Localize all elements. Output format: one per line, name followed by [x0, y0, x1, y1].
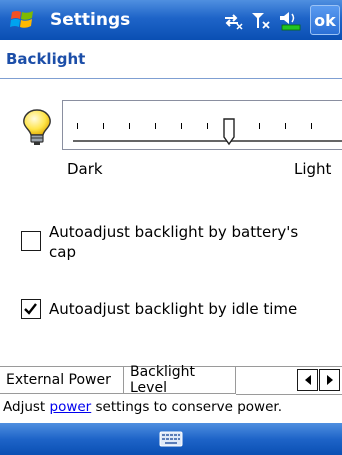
signal-off-icon[interactable] [250, 10, 272, 30]
bottom-bar [0, 423, 342, 455]
slider-max-label: Light [294, 160, 332, 178]
checkmark-icon [24, 303, 37, 315]
slider-tick [259, 123, 260, 129]
slider-tick [77, 123, 78, 129]
tab-scroll-arrows [296, 369, 342, 391]
backlight-slider-frame[interactable] [62, 100, 342, 150]
title-bar: Settings ok [0, 0, 342, 40]
slider-tick [155, 123, 156, 129]
battery-autoadjust-label[interactable]: Autoadjust backlight by battery's cap [49, 222, 329, 262]
idle-autoadjust-label[interactable]: Autoadjust backlight by idle time [49, 299, 297, 319]
power-settings-link[interactable]: power [50, 399, 92, 415]
window-title: Settings [50, 10, 131, 30]
speaker-icon[interactable] [278, 9, 302, 31]
arrow-right-icon [326, 375, 333, 385]
header-divider [0, 78, 342, 79]
slider-track[interactable] [73, 140, 342, 142]
tab-scroll-left-button[interactable] [297, 369, 318, 391]
connectivity-arrows-icon[interactable] [222, 10, 244, 30]
battery-autoadjust-checkbox[interactable] [21, 231, 41, 251]
tab-strip: External Power Backlight Level [0, 364, 342, 396]
help-text-prefix: Adjust [3, 399, 50, 415]
help-text: Adjust power settings to conserve power. [3, 399, 282, 415]
tab-scroll-right-button[interactable] [319, 369, 340, 391]
idle-autoadjust-checkbox[interactable] [21, 299, 41, 319]
windows-flag-icon [10, 11, 33, 28]
slider-tick [285, 123, 286, 129]
slider-tick [207, 123, 208, 129]
keyboard-icon[interactable] [159, 431, 183, 447]
slider-tick [181, 123, 182, 129]
tab-backlight-level[interactable]: Backlight Level [124, 364, 236, 396]
start-button[interactable] [0, 0, 46, 40]
page-title: Backlight [6, 50, 86, 68]
tab-external-power[interactable]: External Power [0, 367, 124, 394]
slider-tick [311, 123, 312, 129]
slider-thumb[interactable] [222, 118, 236, 146]
ok-button[interactable]: ok [310, 5, 340, 35]
arrow-left-icon [304, 375, 311, 385]
light-bulb-icon [23, 109, 51, 145]
slider-min-label: Dark [67, 160, 103, 178]
help-text-suffix: settings to conserve power. [91, 399, 282, 415]
slider-tick [103, 123, 104, 129]
slider-tick [129, 123, 130, 129]
